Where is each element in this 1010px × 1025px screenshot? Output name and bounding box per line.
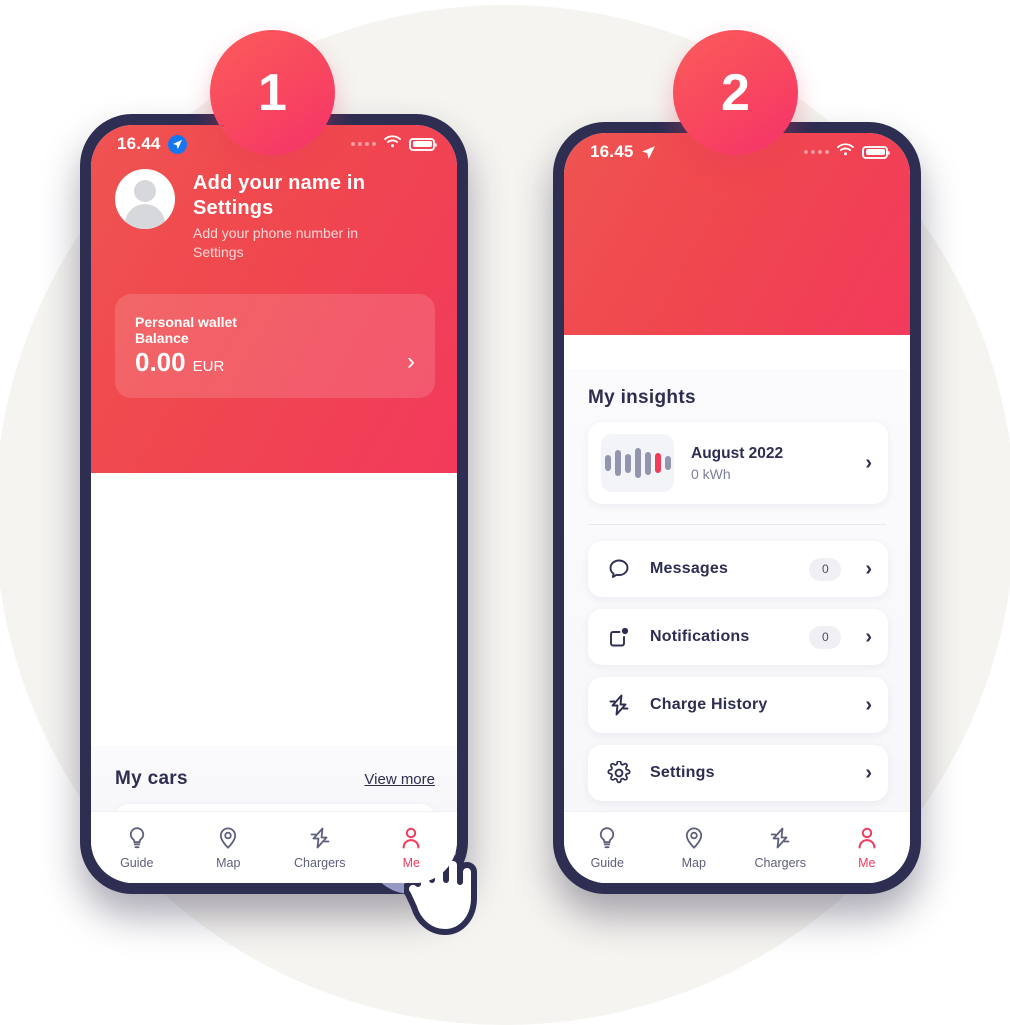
phone1-screen: 16.44 Add your name in Settings Add your… [91,125,457,883]
tab-label: Me [402,856,420,870]
signal-dots-icon [804,150,829,154]
menu-row-messages[interactable]: Messages 0 › [588,541,888,597]
menu-row-notifications[interactable]: Notifications 0 › [588,609,888,665]
phone2-tab-bar[interactable]: Guide Map Chargers Me [564,811,910,883]
badge-count: 0 [809,625,842,649]
profile-subtitle: Add your phone number in Settings [193,225,358,260]
tab-label: Map [681,856,706,870]
chevron-right-icon[interactable]: › [865,453,872,473]
gear-icon [606,760,632,786]
status-time: 16.45 [590,142,634,161]
phone2-content-scroll[interactable]: My insights August 2022 0 kWh › Messages… [564,369,910,811]
chevron-right-icon[interactable]: › [865,559,872,579]
wifi-icon [384,135,401,153]
my-insights-header: My insights [564,369,910,409]
battery-full-icon [862,145,890,159]
step-badge-2: 2 [673,30,798,155]
tab-label: Map [216,856,241,870]
menu-label: Charge History [650,696,768,713]
message-bubble-icon [606,556,632,582]
tab-map[interactable]: Map [183,825,275,870]
lightbulb-icon [126,825,148,850]
lightning-bolt-icon [606,692,632,718]
insight-title: August 2022 [691,444,784,462]
tab-map[interactable]: Map [651,825,738,870]
my-cars-header: My cars View more [91,746,457,790]
phone2-menu-list: Messages 0 › Notifications 0 › Charge Hi… [564,541,910,811]
personal-wallet-card[interactable]: Personal wallet Balance 0.00 EUR › [115,293,435,398]
wallet-amount-row: 0.00 EUR [135,347,224,378]
location-arrow-icon [167,134,187,154]
lightning-bolt-icon [308,825,332,850]
status-right [351,135,437,153]
avatar [115,169,175,229]
phone-mockup-2: 16.45 My insights August 2022 0 kWh › Me… [553,122,921,894]
wallet-label: Personal wallet [135,313,237,330]
status-left: 16.44 [117,134,187,154]
tab-label: Guide [120,856,154,870]
profile-title: Add your name in Settings [193,172,366,219]
chevron-right-icon[interactable]: › [865,763,872,783]
tab-guide[interactable]: Guide [91,825,183,870]
view-more-link[interactable]: View more [364,771,435,788]
map-pin-icon [683,825,705,850]
signal-dots-icon [351,142,376,146]
tab-guide[interactable]: Guide [564,825,651,870]
lightning-bolt-icon [768,825,792,850]
phone1-profile-row[interactable]: Add your name in Settings Add your phone… [91,159,457,262]
badge-count: 0 [809,557,842,581]
notification-icon [606,624,632,650]
tab-chargers[interactable]: Chargers [274,825,366,870]
status-time: 16.44 [117,134,161,153]
tab-label: Me [858,856,876,870]
phone2-screen: 16.45 My insights August 2022 0 kWh › Me… [564,133,910,883]
person-icon [856,825,878,850]
section-divider [588,524,886,525]
tab-chargers[interactable]: Chargers [737,825,824,870]
wallet-currency: EUR [192,357,225,375]
wallet-chevron-icon[interactable]: › [407,349,415,378]
my-cars-title: My cars [115,767,188,789]
battery-full-icon [409,137,437,151]
add-car-button[interactable]: + Add car [115,803,435,811]
status-left: 16.45 [590,142,656,162]
wallet-balance-block: Balance 0.00 EUR [135,330,224,378]
wallet-balance-label: Balance [135,329,189,346]
wallet-bottom: Balance 0.00 EUR › [135,330,415,378]
my-insights-title: My insights [588,387,696,408]
person-icon [400,825,422,850]
tab-me[interactable]: Me [824,825,911,870]
phone-mockup-1: 16.44 Add your name in Settings Add your… [80,114,468,894]
location-arrow-icon [641,145,656,160]
tab-label: Chargers [754,856,806,870]
wifi-icon [837,143,854,161]
menu-label: Settings [650,764,715,781]
step-badge-1: 1 [210,30,335,155]
profile-text: Add your name in Settings Add your phone… [193,169,408,262]
map-pin-icon [217,825,239,850]
insight-subtitle: 0 kWh [691,465,731,482]
lightbulb-icon [596,825,618,850]
bar-chart-icon [601,434,674,492]
tab-label: Guide [590,856,624,870]
menu-row-settings[interactable]: Settings › [588,745,888,801]
insight-text: August 2022 0 kWh [691,445,848,482]
menu-label: Messages [650,560,729,577]
phone1-content-scroll[interactable]: My cars View more + Add car My insights … [91,745,457,811]
insight-card[interactable]: August 2022 0 kWh › [588,422,888,504]
chevron-right-icon[interactable]: › [865,695,872,715]
wallet-amount: 0.00 [135,346,186,377]
tab-label: Chargers [294,856,346,870]
menu-row-charge-history[interactable]: Charge History › [588,677,888,733]
menu-label: Notifications [650,628,750,645]
tab-me[interactable]: Me [366,825,458,870]
chevron-right-icon[interactable]: › [865,627,872,647]
phone1-tab-bar[interactable]: Guide Map Chargers Me [91,811,457,883]
status-right [804,143,890,161]
